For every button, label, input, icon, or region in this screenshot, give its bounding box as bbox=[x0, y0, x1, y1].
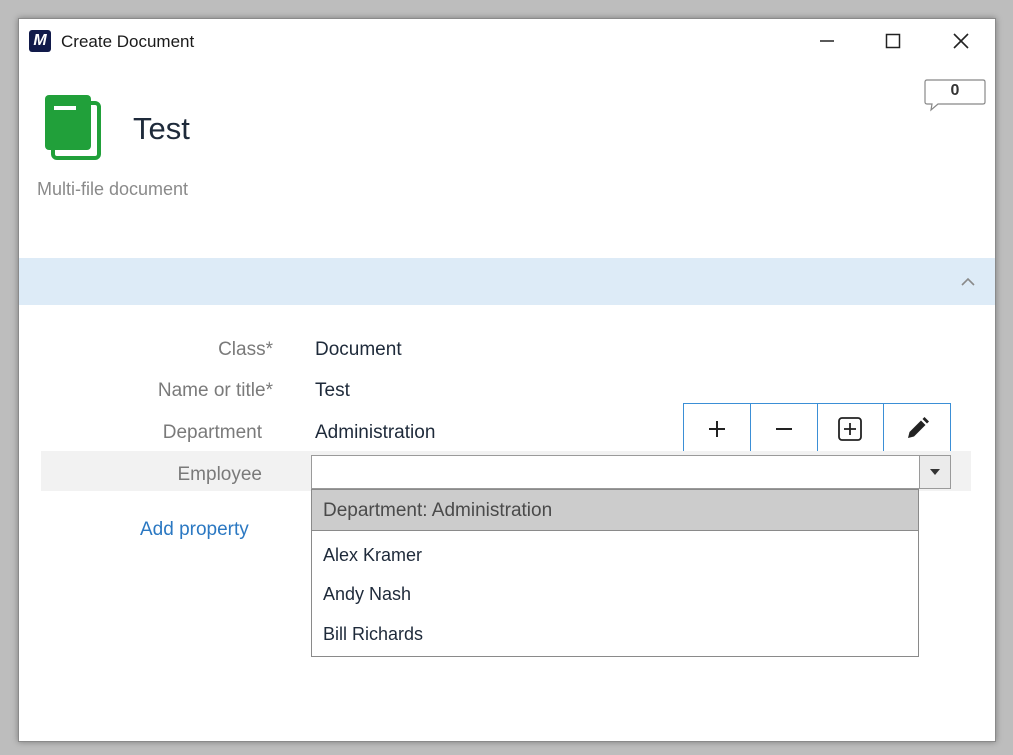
plus-icon bbox=[708, 420, 725, 437]
metadata-section-header[interactable] bbox=[19, 258, 995, 305]
class-value[interactable]: Document bbox=[315, 339, 402, 361]
close-icon bbox=[953, 33, 969, 49]
name-value[interactable]: Test bbox=[315, 380, 350, 402]
department-value[interactable]: Administration bbox=[315, 422, 435, 444]
dropdown-item[interactable]: Bill Richards bbox=[312, 617, 918, 653]
lookup-toolbar bbox=[683, 403, 951, 454]
caret-down-icon bbox=[930, 469, 940, 475]
create-document-window: M Create Document 0 Test Multi-file docu… bbox=[18, 18, 996, 742]
pencil-icon bbox=[908, 416, 930, 438]
name-label: Name or title* bbox=[157, 380, 273, 401]
department-label: Department bbox=[162, 422, 262, 443]
add-value-button[interactable] bbox=[684, 404, 751, 453]
maximize-icon bbox=[885, 33, 901, 49]
class-label: Class* bbox=[218, 339, 273, 360]
employee-label: Employee bbox=[177, 464, 263, 485]
app-logo: M bbox=[29, 30, 51, 52]
minimize-button[interactable] bbox=[804, 25, 850, 57]
add-new-value-button[interactable] bbox=[818, 404, 885, 453]
edit-value-button[interactable] bbox=[884, 404, 950, 453]
document-subtitle: Multi-file document bbox=[37, 179, 189, 199]
document-title: Test bbox=[133, 111, 190, 146]
dropdown-item[interactable]: Andy Nash bbox=[312, 577, 918, 613]
minimize-icon bbox=[820, 40, 834, 42]
employee-input[interactable] bbox=[311, 455, 933, 489]
dropdown-item[interactable]: Alex Kramer bbox=[312, 538, 918, 574]
plus-box-icon bbox=[838, 416, 863, 441]
close-button[interactable] bbox=[938, 25, 984, 57]
add-property-link[interactable]: Add property bbox=[140, 519, 249, 541]
remove-value-button[interactable] bbox=[751, 404, 818, 453]
maximize-button[interactable] bbox=[870, 25, 916, 57]
minus-icon bbox=[775, 427, 792, 430]
title-bar: M Create Document bbox=[19, 19, 995, 63]
window-title: Create Document bbox=[61, 32, 195, 51]
chevron-up-icon[interactable] bbox=[959, 273, 977, 291]
dropdown-group-header: Department: Administration bbox=[312, 490, 918, 531]
comment-count: 0 bbox=[950, 82, 960, 99]
employee-dropdown-button[interactable] bbox=[919, 455, 951, 489]
multi-file-document-icon bbox=[45, 95, 101, 160]
comments-button[interactable]: 0 bbox=[924, 79, 986, 112]
employee-dropdown-list: Department: Administration Alex Kramer A… bbox=[311, 489, 919, 657]
